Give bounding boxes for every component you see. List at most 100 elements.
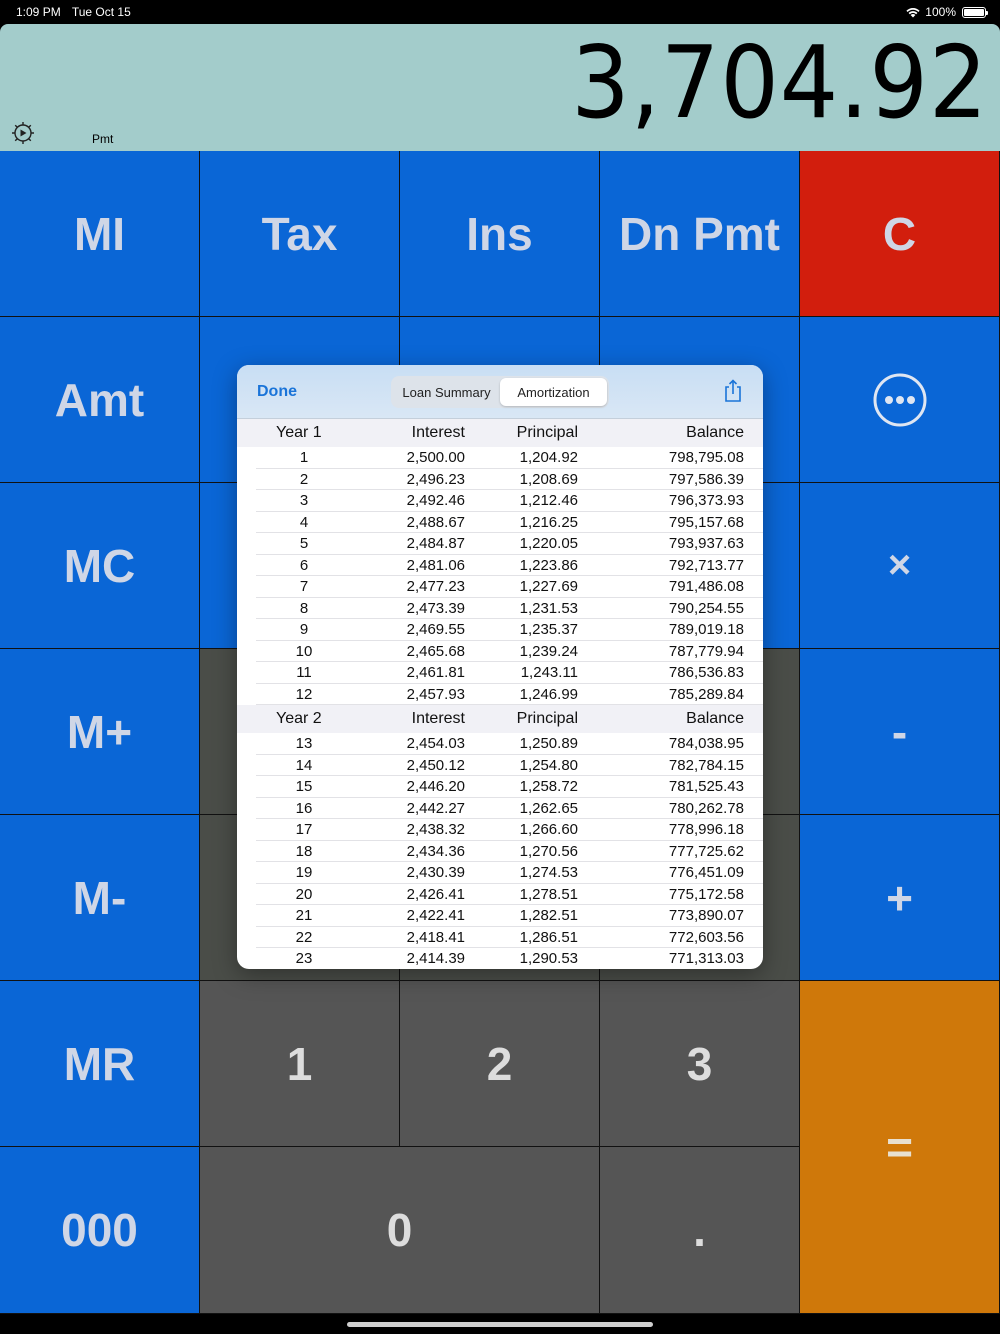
balance-value: 793,937.63 [668,535,744,552]
interest-value: 2,446.20 [406,778,465,795]
more-icon [873,373,926,426]
balance-value: 784,038.95 [668,735,744,752]
more-button[interactable] [800,317,1000,483]
interest-value: 2,469.55 [406,621,465,638]
table-row: 5 2,484.87 1,220.05 793,937.63 [237,533,763,555]
mc-button[interactable]: MC [0,483,200,649]
done-button[interactable]: Done [257,383,297,401]
interest-value: 2,454.03 [406,735,465,752]
balance-value: 777,725.62 [668,842,744,860]
payment-number: 14 [295,756,313,774]
table-row: 12 2,457.93 1,246.99 785,289.84 [237,684,763,706]
view-segmented-control: Loan Summary Amortization [391,376,609,408]
payment-number: 12 [295,685,313,703]
triple-zero-button[interactable]: 000 [0,1147,200,1314]
tab-loan-summary[interactable]: Loan Summary [393,378,500,406]
table-row: 16 2,442.27 1,262.65 780,262.78 [237,798,763,820]
m-plus-button[interactable]: M+ [0,649,200,815]
table-row: 2 2,496.23 1,208.69 797,586.39 [237,469,763,491]
table-row: 7 2,477.23 1,227.69 791,486.08 [237,576,763,598]
balance-column-header: Balance [686,710,744,727]
payment-number: 9 [299,621,309,638]
principal-value: 1,286.51 [519,928,578,946]
display-panel: 3,704.92 Pmt [0,24,1000,151]
interest-value: 2,426.41 [406,885,465,903]
ins-button[interactable]: Ins [400,151,600,317]
interest-value: 2,430.39 [406,864,465,881]
payment-number: 20 [295,885,313,903]
zero-button[interactable]: 0 [200,1147,600,1314]
interest-value: 2,500.00 [406,449,465,466]
mr-button[interactable]: MR [0,981,200,1147]
table-row: 14 2,450.12 1,254.80 782,784.15 [237,755,763,777]
interest-value: 2,496.23 [406,470,465,488]
battery-icon [962,6,988,18]
balance-value: 792,713.77 [668,556,744,574]
balance-value: 797,586.39 [668,470,744,488]
dn-pmt-button[interactable]: Dn Pmt [600,151,800,317]
m-minus-button[interactable]: M- [0,815,200,981]
balance-value: 773,890.07 [668,907,744,924]
popover-header: Done Loan Summary Amortization [237,365,763,419]
equals-button[interactable]: = [800,981,1000,1314]
principal-value: 1,223.86 [519,556,578,574]
multiply-button[interactable]: × [800,483,1000,649]
principal-value: 1,258.72 [519,778,578,795]
clear-button[interactable]: C [800,151,1000,317]
balance-value: 795,157.68 [668,513,744,531]
table-row: 19 2,430.39 1,274.53 776,451.09 [237,862,763,884]
interest-value: 2,473.39 [406,599,465,617]
payment-number: 16 [295,799,313,817]
status-bar: 1:09 PM Tue Oct 15 100% [0,0,1000,24]
three-button[interactable]: 3 [600,981,800,1147]
principal-value: 1,212.46 [519,492,578,509]
interest-value: 2,450.12 [406,756,465,774]
home-indicator[interactable] [347,1322,653,1327]
principal-value: 1,278.51 [519,885,578,903]
principal-value: 1,254.80 [519,756,578,774]
two-button[interactable]: 2 [400,981,600,1147]
year-header-row: Year 2 Interest Principal Balance [237,705,763,733]
balance-value: 780,262.78 [668,799,744,817]
mi-button[interactable]: MI [0,151,200,317]
year-label: Year 1 [276,424,322,441]
one-button[interactable]: 1 [200,981,400,1147]
principal-value: 1,235.37 [519,621,578,638]
tab-amortization[interactable]: Amortization [500,378,607,406]
decimal-button[interactable]: . [600,1147,800,1314]
balance-value: 778,996.18 [668,821,744,838]
principal-value: 1,216.25 [519,513,578,531]
gear-icon[interactable] [10,120,36,146]
payment-number: 17 [295,821,313,838]
interest-value: 2,422.41 [406,907,465,924]
balance-value: 776,451.09 [668,864,744,881]
principal-value: 1,204.92 [519,449,578,466]
minus-button[interactable]: - [800,649,1000,815]
payment-number: 7 [299,578,309,595]
balance-value: 781,525.43 [668,778,744,795]
payment-number: 10 [295,642,313,660]
share-icon[interactable] [723,379,743,403]
amt-button[interactable]: Amt [0,317,200,483]
payment-number: 5 [299,535,309,552]
table-row: 21 2,422.41 1,282.51 773,890.07 [237,905,763,927]
balance-value: 786,536.83 [668,664,744,681]
tax-button[interactable]: Tax [200,151,400,317]
plus-button[interactable]: + [800,815,1000,981]
payment-number: 19 [295,864,313,881]
interest-value: 2,438.32 [406,821,465,838]
table-row: 17 2,438.32 1,266.60 778,996.18 [237,819,763,841]
interest-value: 2,461.81 [406,664,465,681]
principal-value: 1,290.53 [519,950,578,967]
payment-number: 2 [299,470,309,488]
status-date: Tue Oct 15 [71,5,131,19]
balance-value: 796,373.93 [668,492,744,509]
balance-value: 791,486.08 [668,578,744,595]
principal-value: 1,270.56 [519,842,578,860]
balance-value: 782,784.15 [668,756,744,774]
principal-value: 1,231.53 [519,599,578,617]
balance-column-header: Balance [686,424,744,441]
principal-column-header: Principal [516,710,578,727]
principal-value: 1,208.69 [519,470,578,488]
principal-value: 1,220.05 [519,535,578,552]
